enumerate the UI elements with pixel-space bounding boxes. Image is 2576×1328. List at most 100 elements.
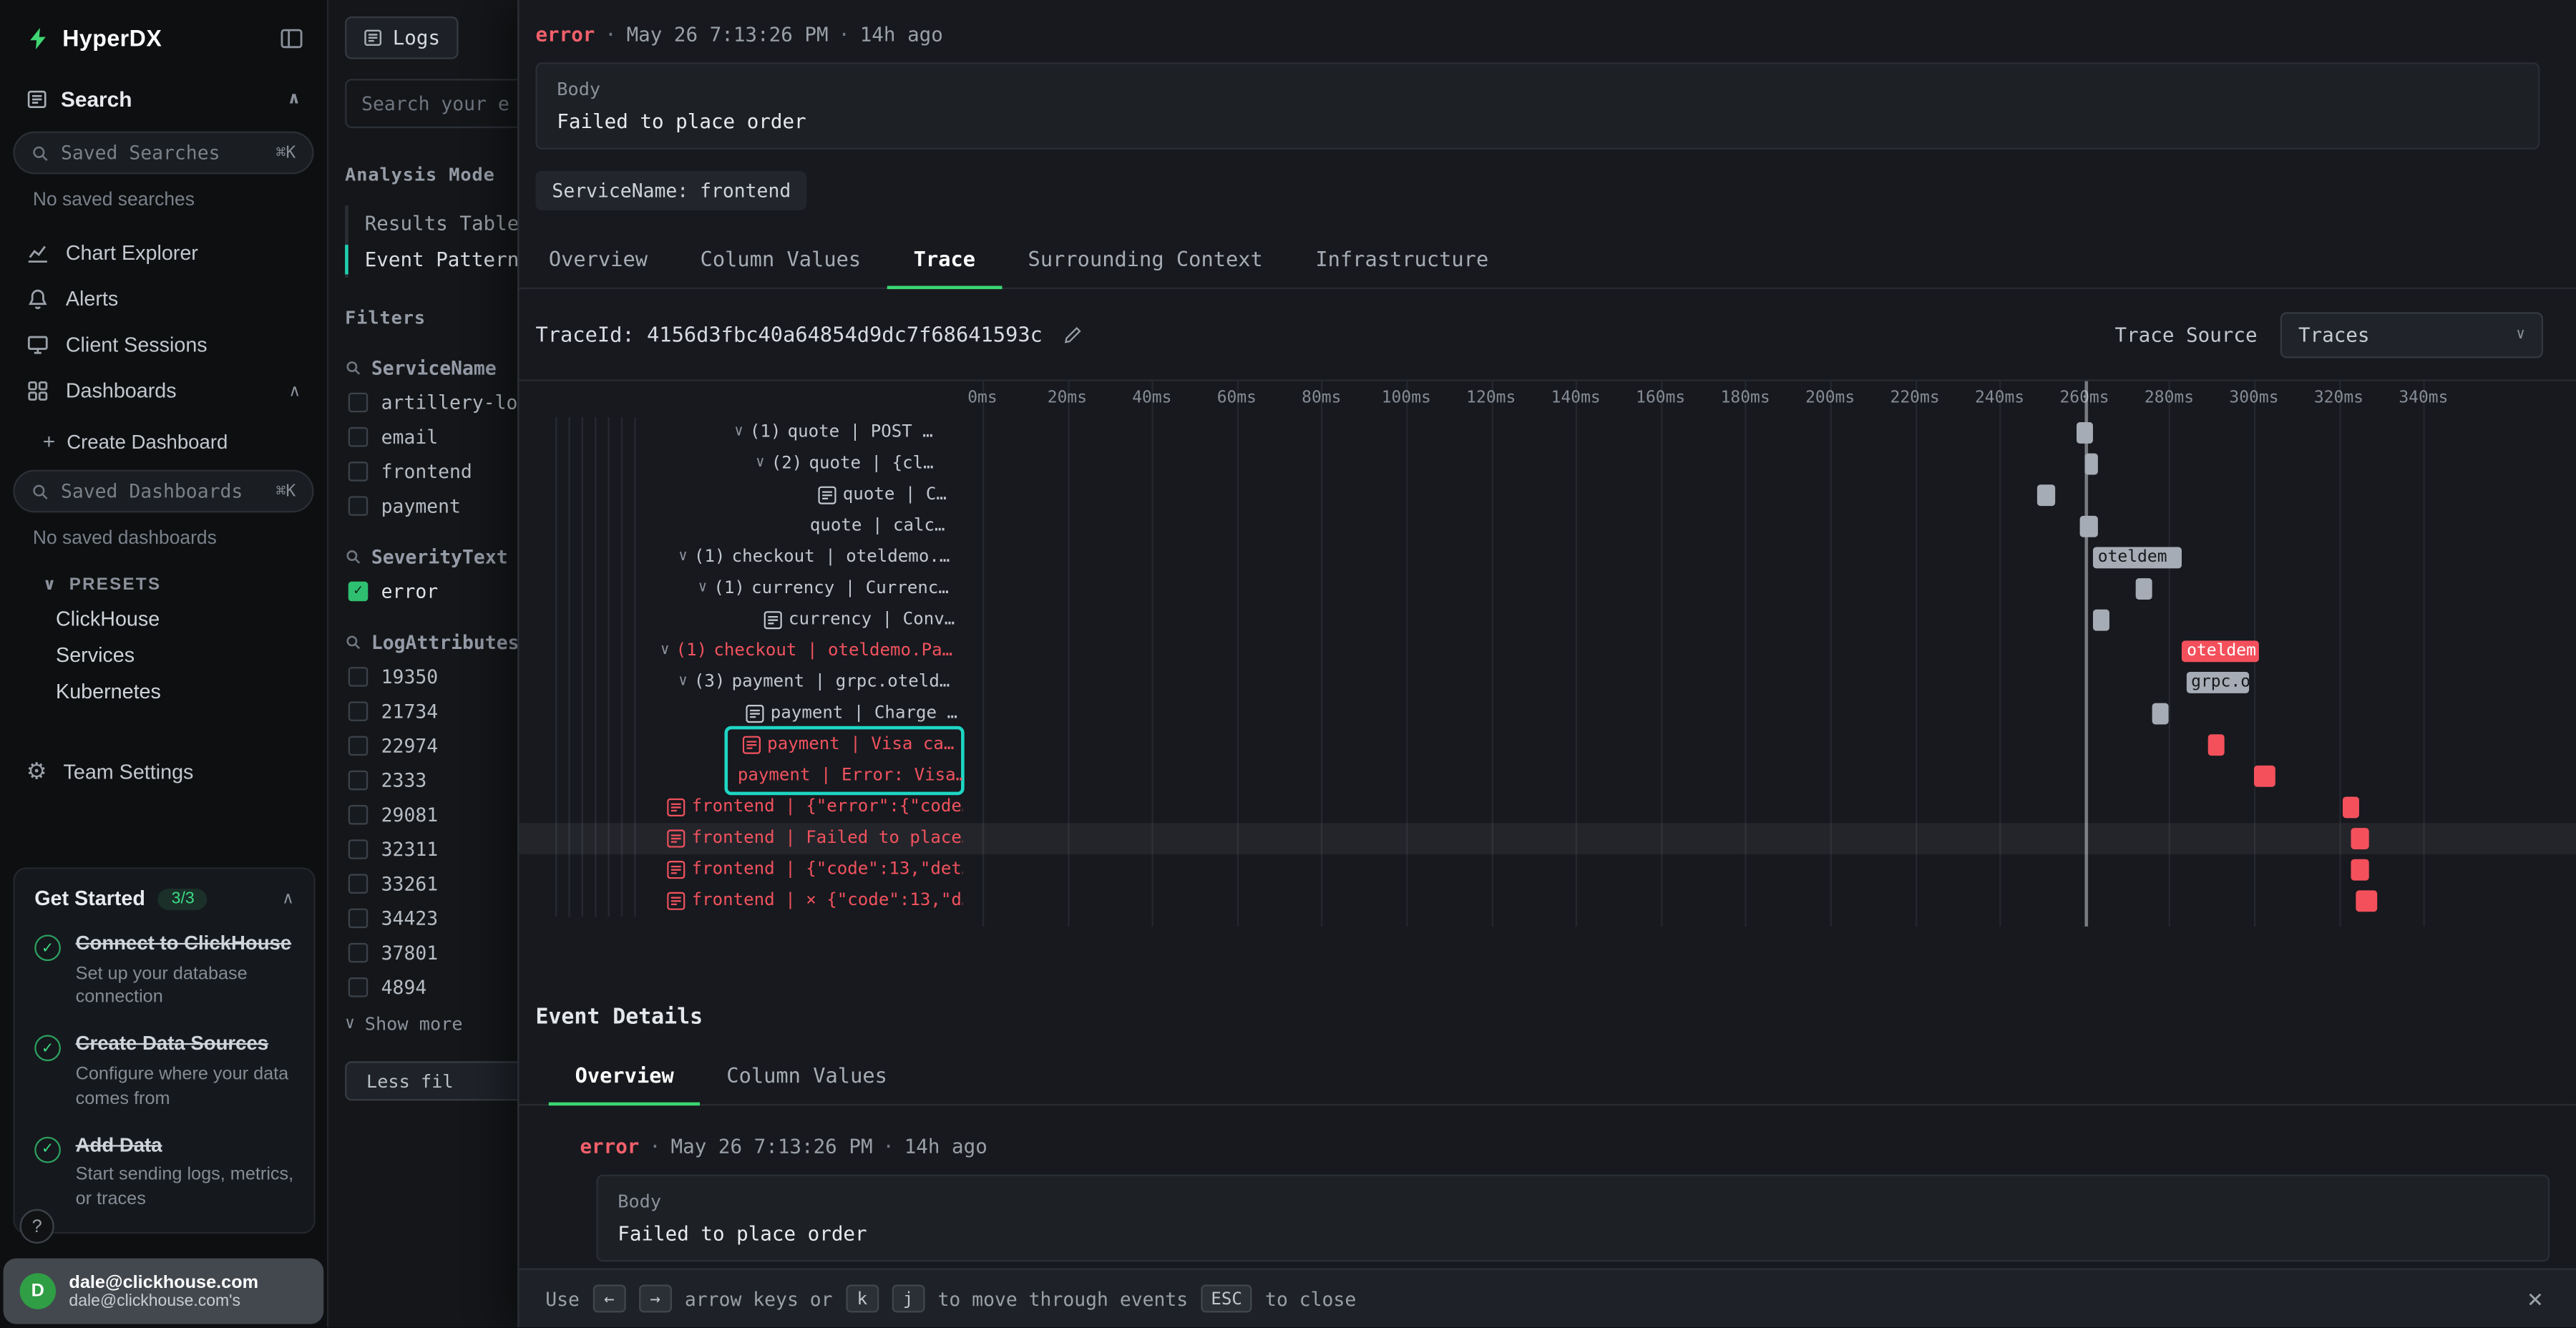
create-dashboard-button[interactable]: + Create Dashboard xyxy=(0,414,327,464)
timeline-tick: 300ms xyxy=(2229,389,2278,407)
filter-option-artillery-loa[interactable]: artillery-loa xyxy=(345,391,517,414)
filter-option-34423[interactable]: 34423 xyxy=(345,907,517,929)
less-filters-button[interactable]: Less fil xyxy=(345,1061,517,1100)
trace-span-bar[interactable] xyxy=(2351,828,2368,849)
trace-tree-row[interactable]: frontend | Failed to place… xyxy=(667,823,962,854)
trace-span-bar[interactable] xyxy=(2356,890,2377,912)
saved-dashboards-input[interactable]: Saved Dashboards ⌘K xyxy=(13,470,313,513)
timeline-tick: 20ms xyxy=(1048,389,1087,407)
trace-span-bar[interactable] xyxy=(2351,859,2368,881)
trace-span-bar[interactable]: grpc.o xyxy=(2186,672,2250,693)
sidebar-item-chart-explorer[interactable]: Chart Explorer xyxy=(0,230,327,275)
trace-tree-row[interactable]: frontend | {"error":{"code… xyxy=(667,792,962,824)
tab-overview[interactable]: Overview xyxy=(522,233,674,289)
sidebar-item-client-sessions[interactable]: Client Sessions xyxy=(0,322,327,368)
get-started-item[interactable]: ✓Create Data SourcesConfigure where your… xyxy=(34,1032,294,1111)
trace-span-bar[interactable] xyxy=(2038,484,2055,506)
help-button[interactable]: ? xyxy=(20,1209,54,1244)
source-select-button[interactable]: Logs xyxy=(345,16,458,59)
filter-group-name: ServiceName xyxy=(371,356,497,379)
mode-tab-event-patterns[interactable]: Event Patterns xyxy=(348,241,517,278)
trace-span-bar[interactable] xyxy=(2207,734,2225,756)
trace-span-bar[interactable] xyxy=(2135,578,2152,600)
trace-tree-row[interactable]: quote | C… xyxy=(818,479,962,511)
trace-tree-row[interactable]: ∨(1)quote | POST … xyxy=(734,417,962,449)
presets-list: ClickHouseServicesKubernetes xyxy=(0,601,327,710)
service-tag[interactable]: ServiceName: frontend xyxy=(535,171,807,210)
trace-source-select[interactable]: Traces ∨ xyxy=(2280,311,2543,357)
trace-tree-row[interactable]: ∨(1)checkout | oteldemo.… xyxy=(678,542,962,574)
trace-span-bar[interactable] xyxy=(2152,703,2170,725)
sidebar-item-dashboards[interactable]: Dashboards∧ xyxy=(0,368,327,414)
get-started-header[interactable]: Get Started 3/3 ∧ xyxy=(34,887,294,910)
trace-tree-row[interactable]: ∨(3)payment | grpc.oteld… xyxy=(678,667,962,698)
trace-tree-row[interactable]: quote | calc… xyxy=(810,511,963,542)
filter-option-error[interactable]: ✓error xyxy=(345,580,517,602)
trace-span-bar[interactable] xyxy=(2343,797,2360,819)
trace-tree-row[interactable]: frontend | × {"code":13,"d… xyxy=(667,885,962,917)
preset-clickhouse[interactable]: ClickHouse xyxy=(0,601,327,638)
user-menu[interactable]: D dale@clickhouse.com dale@clickhouse.co… xyxy=(4,1259,324,1324)
filter-option-29081[interactable]: 29081 xyxy=(345,804,517,826)
filter-option-frontend[interactable]: frontend xyxy=(345,460,517,483)
close-icon[interactable]: × xyxy=(2521,1283,2550,1314)
trace-tree-row[interactable]: frontend | {"code":13,"det… xyxy=(667,854,962,886)
filter-option-32311[interactable]: 32311 xyxy=(345,838,517,861)
tab-surrounding-context[interactable]: Surrounding Context xyxy=(1002,233,1289,289)
filter-option-email[interactable]: email xyxy=(345,426,517,449)
filter-option-4894[interactable]: 4894 xyxy=(345,976,517,999)
severity-label: error xyxy=(535,23,595,46)
trace-span-bar[interactable]: oteldem xyxy=(2093,547,2182,569)
collapse-sidebar-icon[interactable] xyxy=(279,26,303,50)
filter-option-2333[interactable]: 2333 xyxy=(345,768,517,791)
saved-searches-input[interactable]: Saved Searches ⌘K xyxy=(13,132,313,175)
preset-services[interactable]: Services xyxy=(0,638,327,674)
trace-tree-row[interactable]: payment | Error: Visa… xyxy=(738,761,963,792)
filter-option-33261[interactable]: 33261 xyxy=(345,872,517,895)
span-label: payment | Visa ca… xyxy=(767,729,954,761)
filter-option-37801[interactable]: 37801 xyxy=(345,942,517,965)
event-search-input[interactable]: Search your e xyxy=(345,79,517,128)
trace-tree-row[interactable]: currency | Conv… xyxy=(764,605,963,636)
sidebar-item-team-settings[interactable]: ⚙ Team Settings xyxy=(0,746,327,796)
trace-span-bar[interactable] xyxy=(2076,422,2093,444)
chevron-down-icon: ∨ xyxy=(678,542,687,574)
preset-kubernetes[interactable]: Kubernetes xyxy=(0,673,327,710)
trace-span-bar[interactable] xyxy=(2084,454,2097,475)
trace-span-bar[interactable] xyxy=(2093,610,2110,631)
trace-tree-row[interactable]: ∨(1)currency | Currenc… xyxy=(698,573,963,605)
presets-header[interactable]: ∨ PRESETS xyxy=(0,555,327,601)
tab-trace[interactable]: Trace xyxy=(887,233,1002,289)
trace-span-bar[interactable] xyxy=(2254,766,2275,787)
tab-infrastructure[interactable]: Infrastructure xyxy=(1289,233,1515,289)
get-started-card: Get Started 3/3 ∧ ✓Connect to ClickHouse… xyxy=(13,867,315,1234)
filter-option-label: 32311 xyxy=(381,838,438,861)
trace-tree-row[interactable]: payment | Charge … xyxy=(746,698,962,730)
filter-option-21734[interactable]: 21734 xyxy=(345,700,517,723)
mode-tab-results-table[interactable]: Results Table xyxy=(348,205,517,242)
event-details-tab-overview[interactable]: Overview xyxy=(549,1050,701,1105)
trace-tree-row[interactable]: payment | Visa ca… xyxy=(743,729,963,761)
tab-column-values[interactable]: Column Values xyxy=(674,233,887,289)
search-section-header[interactable]: Search ∧ xyxy=(0,67,327,125)
trace-tree-row[interactable]: ∨(2)quote | {cl… xyxy=(756,449,962,480)
filter-option-22974[interactable]: 22974 xyxy=(345,734,517,757)
timeline-tick: 200ms xyxy=(1805,389,1855,407)
event-details-tab-column-values[interactable]: Column Values xyxy=(701,1050,914,1105)
edit-icon[interactable] xyxy=(1062,324,1082,344)
get-started-item[interactable]: ✓Connect to ClickHouseSet up your databa… xyxy=(34,932,294,1011)
checkbox-icon xyxy=(348,667,369,687)
event-age: 14h ago xyxy=(904,1135,987,1158)
trace-span-bar[interactable]: oteldem xyxy=(2182,640,2258,662)
show-more-button[interactable]: ∨Show more xyxy=(345,1014,517,1035)
get-started-item[interactable]: ✓Add DataStart sending logs, metrics, or… xyxy=(34,1133,294,1212)
checkbox-icon xyxy=(348,977,369,997)
filter-option-payment[interactable]: payment xyxy=(345,494,517,517)
filter-option-19350[interactable]: 19350 xyxy=(345,665,517,688)
logs-icon xyxy=(363,28,383,48)
sidebar-item-alerts[interactable]: Alerts xyxy=(0,276,327,322)
presets-label: PRESETS xyxy=(69,575,162,595)
trace-tree-row[interactable]: ∨(1)checkout | oteldemo.Pa… xyxy=(660,636,962,668)
trace-span-bar[interactable] xyxy=(2080,516,2097,537)
timeline-tick: 220ms xyxy=(1890,389,1940,407)
